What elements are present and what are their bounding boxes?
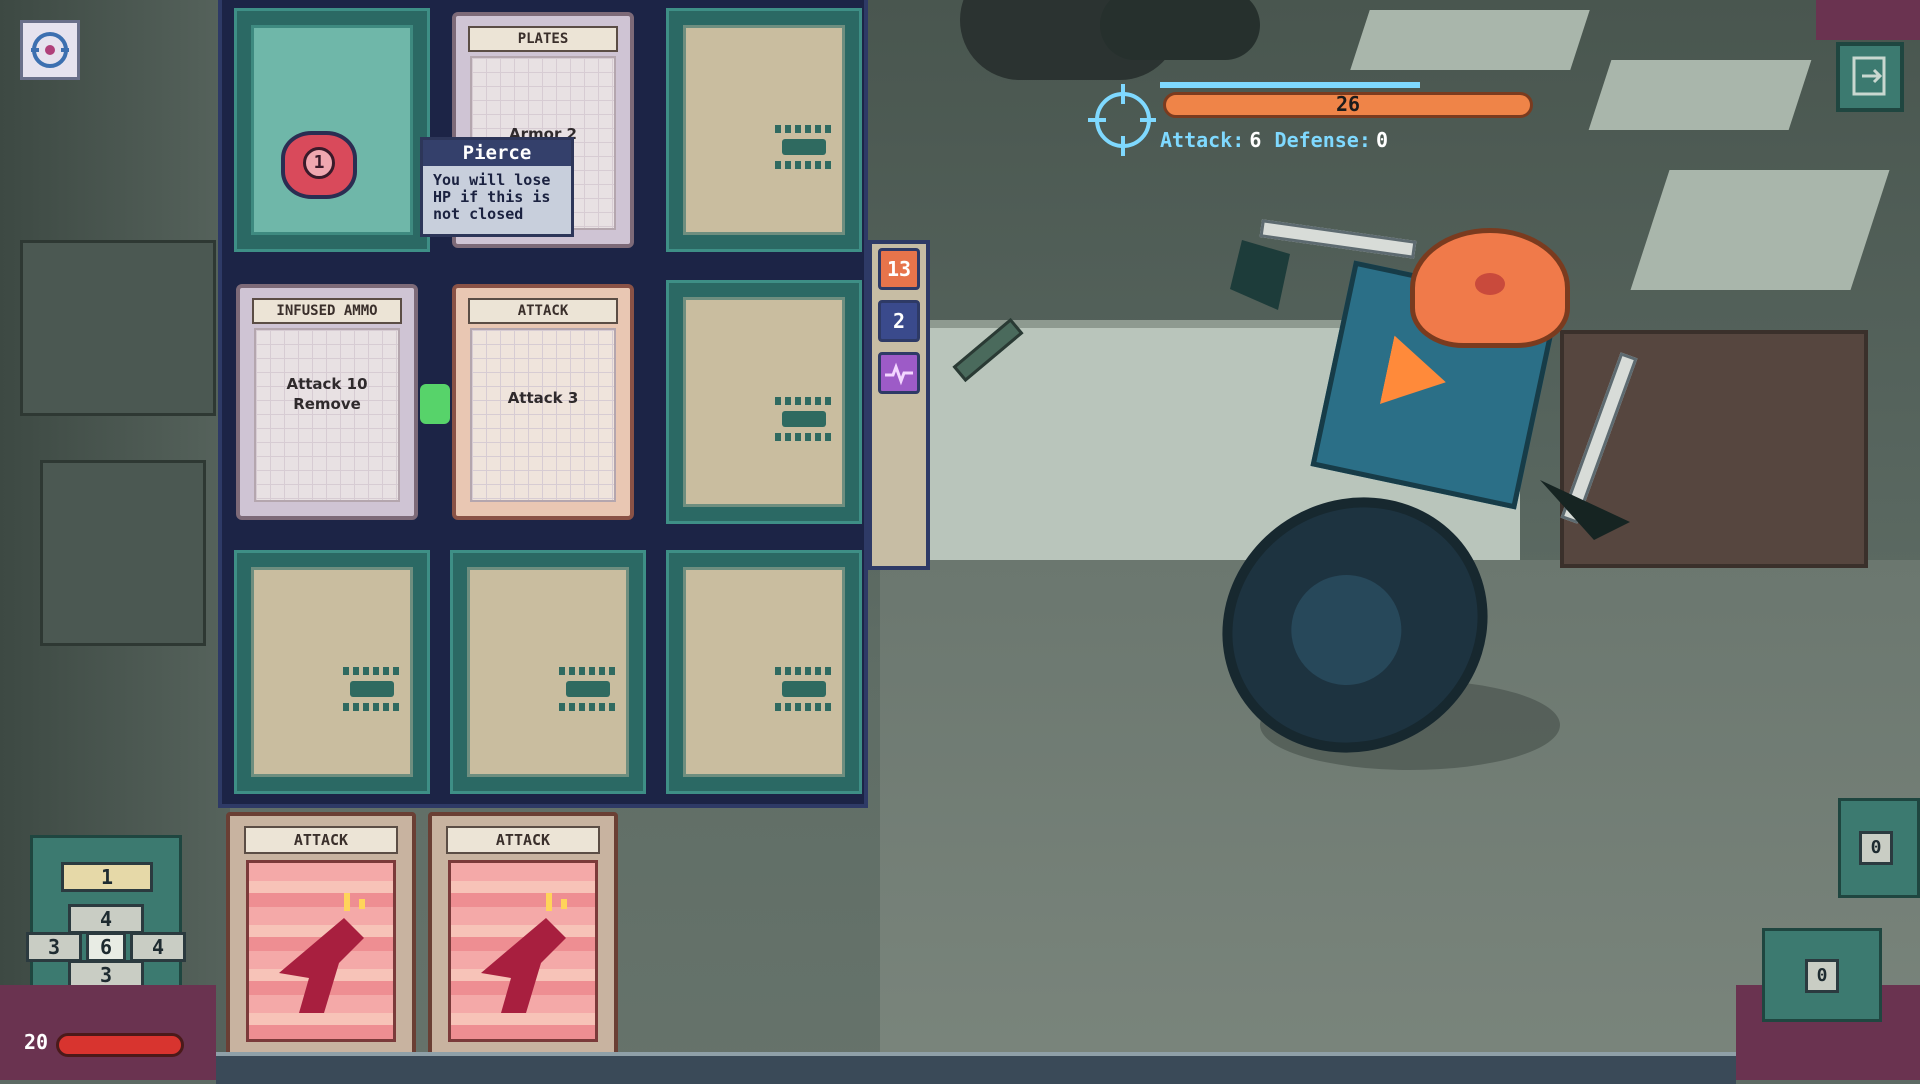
board-slot-9[interactable] bbox=[666, 550, 862, 794]
slot-grille bbox=[775, 661, 833, 731]
settings-gear-icon bbox=[31, 32, 69, 68]
wall-panel bbox=[40, 460, 206, 646]
tooltip-line: You will lose bbox=[433, 171, 551, 189]
pierce-tooltip: Pierce You will lose HP if this is not c… bbox=[420, 137, 574, 237]
tooltip-body: You will lose HP if this is not closed bbox=[423, 166, 571, 229]
robot-head-dome bbox=[1410, 228, 1570, 348]
slot-grille bbox=[343, 661, 401, 731]
side-status-column: 13 2 bbox=[868, 240, 930, 570]
player-hp-bar bbox=[56, 1033, 184, 1057]
status-effect-badge[interactable] bbox=[878, 352, 920, 394]
crosshair-icon bbox=[1088, 84, 1156, 156]
enemy-stats: Attack: 6 Defense: 0 bbox=[1160, 128, 1388, 152]
card-title: PLATES bbox=[468, 26, 618, 52]
enemy-attack-label: Attack: bbox=[1160, 128, 1245, 152]
enemy-shield-bar bbox=[1160, 82, 1420, 88]
card-text-line1: Attack 10 bbox=[286, 375, 368, 393]
deck-count-badge[interactable]: 13 bbox=[878, 248, 920, 290]
hand-card-art bbox=[448, 860, 598, 1042]
tooltip-line: HP if this is bbox=[433, 188, 551, 206]
ceiling-window bbox=[1588, 60, 1812, 130]
link-connector bbox=[420, 384, 450, 424]
energy-value: 1 bbox=[100, 865, 114, 889]
heartbeat-icon bbox=[885, 362, 913, 386]
right-counter-bottom: 0 bbox=[1805, 959, 1839, 993]
pierce-token-value: 1 bbox=[313, 152, 325, 173]
wall-panel bbox=[20, 240, 216, 416]
dice-left: 3 bbox=[26, 932, 82, 962]
pierce-token-icon: 1 bbox=[303, 147, 335, 179]
card-text: Attack 3 bbox=[507, 389, 579, 407]
tooltip-line: not closed bbox=[433, 205, 524, 223]
card-art bbox=[254, 328, 400, 502]
pierce-token[interactable]: 1 bbox=[281, 131, 357, 199]
exit-button[interactable] bbox=[1836, 42, 1904, 112]
attack-card[interactable]: ATTACK Attack 3 bbox=[452, 284, 634, 520]
dice-center: 6 bbox=[86, 932, 126, 962]
right-counter-panel[interactable]: 0 bbox=[1838, 798, 1920, 898]
tooltip-title: Pierce bbox=[423, 140, 571, 166]
infused-ammo-card[interactable]: INFUSED AMMO Attack 10 Remove bbox=[236, 284, 418, 520]
enemy-defense-value: 0 bbox=[1375, 128, 1388, 152]
hand-card-title: ATTACK bbox=[244, 826, 398, 854]
bottom-bar bbox=[216, 1052, 1736, 1084]
settings-button[interactable] bbox=[20, 20, 80, 80]
ceiling-window bbox=[1630, 170, 1890, 290]
slot-grille bbox=[775, 391, 833, 461]
slot-grille bbox=[775, 119, 833, 189]
pistol-icon bbox=[279, 893, 365, 1013]
card-art bbox=[470, 328, 616, 502]
dice-top: 4 bbox=[68, 904, 144, 934]
dice-right: 4 bbox=[130, 932, 186, 962]
hand-card-2[interactable]: ATTACK bbox=[428, 812, 618, 1060]
right-counter-mid: 0 bbox=[1859, 831, 1893, 865]
deck-count: 13 bbox=[886, 257, 912, 281]
board-slot-3[interactable] bbox=[666, 8, 862, 252]
hand-card-art bbox=[246, 860, 396, 1042]
discard-count: 2 bbox=[892, 309, 906, 333]
card-board: 1 PLATES Armor 2 INFUSED AMMO Attack 10 … bbox=[218, 0, 868, 808]
slot-grille bbox=[559, 661, 617, 731]
exit-door-icon bbox=[1852, 56, 1886, 96]
pipe bbox=[1100, 0, 1260, 60]
energy-chip: 1 bbox=[61, 862, 153, 892]
enemy-hp-value: 26 bbox=[1335, 92, 1361, 116]
slot-face bbox=[251, 25, 413, 235]
hand-card-1[interactable]: ATTACK bbox=[226, 812, 416, 1060]
hand-card-title: ATTACK bbox=[446, 826, 600, 854]
card-title: INFUSED AMMO bbox=[252, 298, 402, 324]
board-slot-7[interactable] bbox=[234, 550, 430, 794]
board-slot-8[interactable] bbox=[450, 550, 646, 794]
discard-count-badge[interactable]: 2 bbox=[878, 300, 920, 342]
card-title: ATTACK bbox=[468, 298, 618, 324]
top-right-frame bbox=[1816, 0, 1920, 40]
ceiling-window bbox=[1350, 10, 1590, 70]
pistol-icon bbox=[481, 893, 567, 1013]
card-text-line2: Remove bbox=[293, 395, 361, 413]
enemy-defense-label: Defense: bbox=[1274, 128, 1371, 152]
player-hp-value: 20 bbox=[24, 1030, 49, 1054]
bottom-right-counter-panel[interactable]: 0 bbox=[1762, 928, 1882, 1022]
enemy-attack-value: 6 bbox=[1249, 128, 1262, 152]
board-slot-1[interactable]: 1 bbox=[234, 8, 430, 252]
board-slot-6[interactable] bbox=[666, 280, 862, 524]
